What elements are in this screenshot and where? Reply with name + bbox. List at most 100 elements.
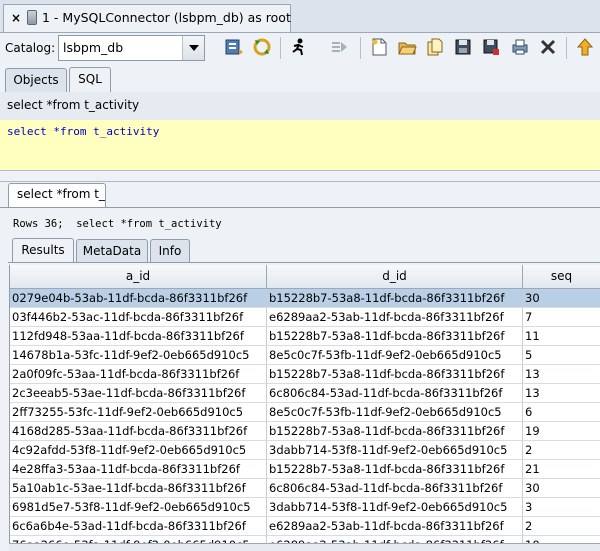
refresh-objects-icon[interactable]: [222, 35, 246, 59]
sql-editor[interactable]: select *from t_activity: [0, 120, 600, 171]
table-cell[interactable]: 19: [523, 422, 600, 441]
table-cell[interactable]: e6289aa2-53ab-11df-bcda-86f3311bf26f: [267, 517, 523, 536]
table-cell[interactable]: 3: [523, 498, 600, 517]
table-row[interactable]: 2a0f09fc-53aa-11df-bcda-86f3311bf26f b152…: [10, 365, 600, 384]
rows-info: Rows 36; select *from t_activity: [13, 218, 222, 230]
table-cell[interactable]: 7: [523, 308, 600, 327]
table-cell[interactable]: b15228b7-53a8-11df-bcda-86f3311bf26f: [267, 289, 523, 308]
table-cell[interactable]: 13: [523, 384, 600, 403]
table-cell[interactable]: e6289aa2-53ab-11df-bcda-86f3311bf26f: [267, 308, 523, 327]
table-cell[interactable]: b15228b7-53a8-11df-bcda-86f3311bf26f: [267, 460, 523, 479]
catalog-label: Catalog:: [5, 41, 56, 55]
table-row[interactable]: 03f446b2-53ac-11df-bcda-86f3311bf26f e628…: [10, 308, 600, 327]
close-icon[interactable]: [536, 35, 560, 59]
table-cell[interactable]: b15228b7-53a8-11df-bcda-86f3311bf26f: [267, 327, 523, 346]
column-header-a-id[interactable]: a_id: [10, 265, 267, 289]
query-title: select *from t_activity: [7, 98, 140, 112]
table-cell[interactable]: 6c6a6b4e-53ad-11df-bcda-86f3311bf26f: [10, 517, 267, 536]
table-cell[interactable]: 21: [523, 460, 600, 479]
catalog-select[interactable]: lsbpm_db: [58, 35, 205, 61]
commit-icon[interactable]: [573, 35, 597, 59]
main-tabs: Objects SQL: [0, 66, 600, 93]
table-row[interactable]: 2ff73255-53fc-11df-9ef2-0eb665d910c5 8e5c…: [10, 403, 600, 422]
table-cell[interactable]: 3dabb714-53f8-11df-9ef2-0eb665d910c5: [267, 441, 523, 460]
table-cell[interactable]: 13: [523, 365, 600, 384]
table-cell[interactable]: 3dabb714-53f8-11df-9ef2-0eb665d910c5: [267, 498, 523, 517]
print-icon[interactable]: [508, 35, 532, 59]
table-cell[interactable]: 03f446b2-53ac-11df-bcda-86f3311bf26f: [10, 308, 267, 327]
table-cell[interactable]: 2ff73255-53fc-11df-9ef2-0eb665d910c5: [10, 403, 267, 422]
catalog-value: lsbpm_db: [63, 40, 124, 55]
tab-sql-label: SQL: [78, 72, 102, 86]
connection-title: 1 - MySQLConnector (lsbpm_db) as root: [42, 10, 291, 25]
table-cell[interactable]: 30: [523, 289, 600, 308]
save-as-icon[interactable]: [479, 35, 503, 59]
table-row[interactable]: 14678b1a-53fc-11df-9ef2-0eb665d910c5 8e5c…: [10, 346, 600, 365]
table-row[interactable]: 2c3eeab5-53ae-11df-bcda-86f3311bf26f 6c80…: [10, 384, 600, 403]
table-cell[interactable]: 112fd948-53aa-11df-bcda-86f3311bf26f: [10, 327, 267, 346]
table-cell[interactable]: 4168d285-53aa-11df-bcda-86f3311bf26f: [10, 422, 267, 441]
database-icon: [27, 10, 37, 25]
tab-results[interactable]: Results: [12, 238, 74, 263]
table-row[interactable]: 0279e04b-53ab-11df-bcda-86f3311bf26f b152…: [10, 289, 600, 308]
connection-window-tab[interactable]: × 1 - MySQLConnector (lsbpm_db) as root: [3, 4, 291, 32]
table-row[interactable]: 5a10ab1c-53ae-11df-bcda-86f3311bf26f 6c80…: [10, 479, 600, 498]
table-cell[interactable]: 6981d5e7-53f8-11df-9ef2-0eb665d910c5: [10, 498, 267, 517]
tab-info[interactable]: Info: [150, 239, 190, 263]
new-icon[interactable]: [367, 35, 391, 59]
save-icon[interactable]: [451, 35, 475, 59]
table-row[interactable]: 112fd948-53aa-11df-bcda-86f3311bf26f b152…: [10, 327, 600, 346]
sql-editor-text: select *from t_activity: [7, 125, 160, 138]
tab-metadata[interactable]: MetaData: [76, 239, 148, 263]
chevron-down-icon[interactable]: [182, 36, 204, 60]
table-row[interactable]: 4c92afdd-53f8-11df-9ef2-0eb665d910c5 3dab…: [10, 441, 600, 460]
tab-objects[interactable]: Objects: [5, 68, 67, 92]
column-header-d-id[interactable]: d_id: [267, 265, 523, 289]
splitter[interactable]: [0, 171, 600, 182]
query-title-bar: select *from t_activity: [0, 92, 600, 121]
toolbar-separator: [566, 37, 567, 59]
divider: [0, 207, 600, 208]
table-cell[interactable]: 6: [523, 403, 600, 422]
result-query-tab-label: select *from t_: [17, 187, 105, 201]
toolbar-separator: [360, 37, 361, 59]
tab-objects-label: Objects: [13, 73, 59, 87]
table-cell[interactable]: 8e5c0c7f-53fb-11df-9ef2-0eb665d910c5: [267, 403, 523, 422]
tab-results-label: Results: [21, 243, 65, 257]
table-cell[interactable]: 6c806c84-53ad-11df-bcda-86f3311bf26f: [267, 479, 523, 498]
table-cell[interactable]: 2c3eeab5-53ae-11df-bcda-86f3311bf26f: [10, 384, 267, 403]
step-icon[interactable]: [327, 35, 351, 59]
run-icon[interactable]: [287, 35, 311, 59]
open-icon[interactable]: [395, 35, 419, 59]
tab-info-label: Info: [158, 244, 182, 258]
table-cell[interactable]: 2: [523, 517, 600, 536]
table-cell[interactable]: 11: [523, 327, 600, 346]
table-cell[interactable]: 0279e04b-53ab-11df-bcda-86f3311bf26f: [10, 289, 267, 308]
table-cell[interactable]: 5: [523, 346, 600, 365]
table-cell[interactable]: 4c92afdd-53f8-11df-9ef2-0eb665d910c5: [10, 441, 267, 460]
table-cell[interactable]: 6c806c84-53ad-11df-bcda-86f3311bf26f: [267, 384, 523, 403]
table-cell[interactable]: 5a10ab1c-53ae-11df-bcda-86f3311bf26f: [10, 479, 267, 498]
table-cell[interactable]: 14678b1a-53fc-11df-9ef2-0eb665d910c5: [10, 346, 267, 365]
table-row[interactable]: 6c6a6b4e-53ad-11df-bcda-86f3311bf26f e628…: [10, 517, 600, 536]
tab-sql[interactable]: SQL: [69, 67, 111, 93]
table-row[interactable]: 4e28ffa3-53aa-11df-bcda-86f3311bf26f b152…: [10, 460, 600, 479]
table-cell[interactable]: 30: [523, 479, 600, 498]
close-tab-icon[interactable]: ×: [10, 11, 22, 25]
result-query-tab[interactable]: select *from t_: [8, 183, 106, 207]
column-header-seq[interactable]: seq: [523, 265, 600, 289]
tab-metadata-label: MetaData: [82, 244, 142, 258]
table-cell[interactable]: b15228b7-53a8-11df-bcda-86f3311bf26f: [267, 365, 523, 384]
divider: [8, 262, 600, 263]
table-cell[interactable]: 4e28ffa3-53aa-11df-bcda-86f3311bf26f: [10, 460, 267, 479]
copy-icon[interactable]: [423, 35, 447, 59]
results-table: a_id d_id seq 0279e04b-53ab-11df-bcda-86…: [9, 265, 600, 547]
toolbar-separator: [280, 37, 281, 59]
table-cell[interactable]: 2a0f09fc-53aa-11df-bcda-86f3311bf26f: [10, 365, 267, 384]
table-cell[interactable]: 8e5c0c7f-53fb-11df-9ef2-0eb665d910c5: [267, 346, 523, 365]
table-row[interactable]: 6981d5e7-53f8-11df-9ef2-0eb665d910c5 3dab…: [10, 498, 600, 517]
execute-icon[interactable]: [250, 35, 274, 59]
table-row[interactable]: 4168d285-53aa-11df-bcda-86f3311bf26f b152…: [10, 422, 600, 441]
table-cell[interactable]: 2: [523, 441, 600, 460]
table-cell[interactable]: b15228b7-53a8-11df-bcda-86f3311bf26f: [267, 422, 523, 441]
